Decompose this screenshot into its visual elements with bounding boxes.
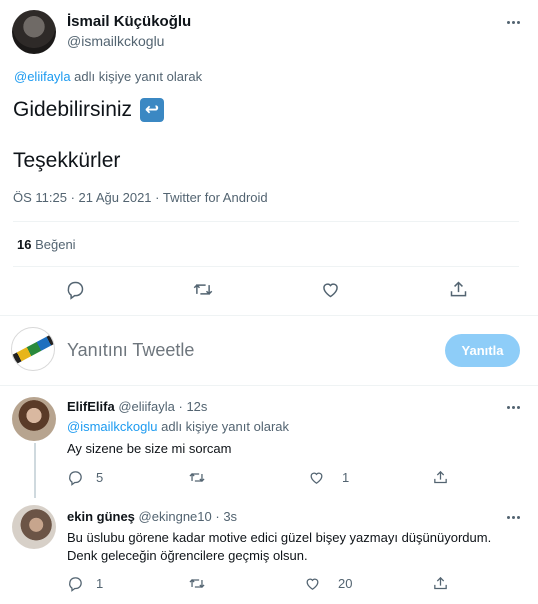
- reply-author-handle[interactable]: @eliifayla: [118, 399, 175, 414]
- retweet-icon: [189, 473, 205, 482]
- like-icon: [306, 578, 319, 590]
- like-icon: [310, 472, 323, 484]
- author-avatar[interactable]: [12, 10, 56, 54]
- reply-text-line-2: Denk geleceğin öğrencilere geçmiş olsun.: [67, 548, 308, 563]
- reply-text-line-1: Bu üslubu görene kadar motive edici güze…: [67, 530, 492, 545]
- reply-author-name[interactable]: ekin güneş: [67, 509, 135, 524]
- compose-reply-input[interactable]: Yanıtını Tweetle: [67, 340, 194, 361]
- more-options-icon[interactable]: [503, 509, 523, 525]
- share-action[interactable]: [432, 575, 449, 592]
- thread-line: [34, 443, 36, 498]
- reply-author-avatar[interactable]: [12, 505, 56, 549]
- likes-count: 16: [17, 237, 32, 252]
- reply-author-name[interactable]: ElifElifa: [67, 399, 115, 414]
- retweet-action[interactable]: [188, 469, 214, 486]
- tweet-text-first-line: Gidebilirsiniz: [13, 98, 133, 121]
- tweet-text-line-1: Gidebilirsiniz ↩: [13, 98, 165, 122]
- author-handle[interactable]: @ismailkckoglu: [67, 33, 164, 49]
- divider: [13, 221, 519, 222]
- reply-context-user-link[interactable]: @eliifayla: [14, 69, 71, 84]
- like-action[interactable]: 1: [308, 469, 349, 486]
- reply-icon[interactable]: [65, 279, 86, 300]
- divider: [0, 385, 538, 386]
- reply-header: ElifElifa @eliifayla · 12s: [67, 399, 207, 414]
- share-icon[interactable]: [448, 279, 469, 300]
- divider: [13, 266, 519, 267]
- like-action[interactable]: 20: [304, 575, 352, 592]
- more-options-icon[interactable]: [503, 14, 523, 30]
- return-arrow-emoji-icon: ↩: [140, 98, 165, 122]
- reply-icon: [69, 577, 82, 592]
- like-count: 20: [338, 576, 353, 591]
- reply-action[interactable]: 5: [67, 469, 103, 486]
- reply-button[interactable]: Yanıtla: [445, 334, 520, 367]
- retweet-icon[interactable]: [192, 279, 214, 300]
- reply-icon: [69, 471, 82, 486]
- reply-text: Ay sizene be size mi sorcam: [67, 441, 232, 456]
- reply-context-user-link[interactable]: @ismailkckoglu: [67, 419, 158, 434]
- reply-time[interactable]: · 3s: [215, 509, 237, 524]
- like-icon[interactable]: [320, 279, 341, 300]
- reply-context-label: adlı kişiye yanıt olarak: [70, 69, 203, 84]
- more-options-icon[interactable]: [503, 399, 523, 415]
- tweet-meta[interactable]: ÖS 11:25 · 21 Ağu 2021 · Twitter for And…: [13, 190, 268, 205]
- divider: [0, 315, 538, 316]
- tweet-text-second-line: Teşekkürler: [13, 149, 121, 172]
- reply-context-label: adlı kişiye yanıt olarak: [157, 419, 290, 434]
- share-icon: [434, 470, 447, 484]
- retweet-action[interactable]: [188, 575, 214, 592]
- share-icon: [434, 576, 447, 590]
- retweet-icon: [189, 579, 205, 588]
- reply-author-handle[interactable]: @ekingne10: [139, 509, 212, 524]
- current-user-avatar[interactable]: [11, 327, 55, 371]
- author-display-name[interactable]: İsmail Küçükoğlu: [67, 13, 191, 30]
- reply-context: @ismailkckoglu adlı kişiye yanıt olarak: [67, 419, 289, 434]
- reply-action[interactable]: 1: [67, 575, 103, 592]
- reply-count: 1: [96, 576, 104, 591]
- likes-stat[interactable]: 16 Beğeni: [17, 237, 76, 252]
- reply-context: @eliifayla adlı kişiye yanıt olarak: [14, 69, 202, 84]
- share-action[interactable]: [432, 469, 449, 486]
- reply-author-avatar[interactable]: [12, 397, 56, 441]
- avatar-logo-band: [12, 331, 54, 367]
- likes-label: Beğeni: [35, 237, 76, 252]
- reply-count: 5: [96, 470, 104, 485]
- reply-header: ekin güneş @ekingne10 · 3s: [67, 509, 237, 524]
- reply-time[interactable]: · 12s: [179, 399, 208, 414]
- like-count: 1: [342, 470, 350, 485]
